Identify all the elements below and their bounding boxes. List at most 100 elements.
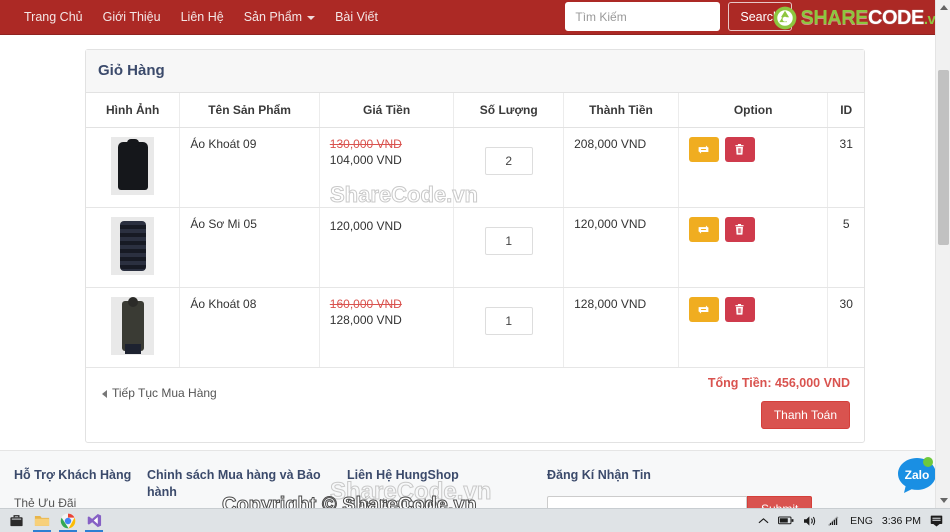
nav-item-lien-he[interactable]: Liên Hệ [171, 0, 234, 35]
taskbar-visual-studio-button[interactable] [83, 510, 105, 532]
browser-viewport: Trang Chủ Giới Thiệu Liên Hệ Sản Phẩm Bà… [0, 0, 950, 508]
cell-image [86, 287, 181, 368]
cart-total: Tổng Tiền: 456,000 VND [707, 376, 850, 390]
scroll-down-button[interactable] [936, 493, 950, 508]
price-discounted: 104,000 VND [329, 153, 402, 167]
table-row: Áo Sơ Mi 05 120,000 VND 120,000 VND [86, 207, 864, 288]
footer-column-support: Hỗ Trợ Khách Hàng Thẻ Ưu Đãi Phiếu Bảo H… [14, 467, 147, 508]
zalo-icon: Zalo [898, 457, 936, 493]
refresh-icon [698, 145, 709, 154]
page-title: Giỏ Hàng [98, 62, 165, 79]
footer-columns: Hỗ Trợ Khách Hàng Thẻ Ưu Đãi Phiếu Bảo H… [14, 467, 936, 508]
product-thumbnail[interactable] [111, 217, 155, 275]
tray-wifi-button[interactable] [826, 515, 841, 527]
table-row: Áo Khoát 09 130,000 VND 104,000 VND 208,… [86, 127, 864, 208]
site-header: Trang Chủ Giới Thiệu Liên Hệ Sản Phẩm Bà… [0, 0, 950, 35]
zalo-chat-widget[interactable]: Zalo [894, 452, 940, 498]
newsletter-email-input[interactable] [547, 495, 747, 508]
chevron-up-icon [758, 517, 769, 523]
cell-option [678, 207, 829, 288]
nav-label: Trang Chủ [24, 10, 83, 24]
cart-table-head: Hình Ảnh Tên Sản Phẩm Giá Tiền Số Lượng … [86, 93, 864, 128]
scrollbar-thumb[interactable] [938, 70, 949, 245]
footer-heading: Hỗ Trợ Khách Hàng [14, 468, 132, 482]
quantity-input[interactable] [484, 307, 533, 335]
footer-heading: Chinh sách Mua hàng và Bảo hành [147, 468, 321, 499]
site-footer: Hỗ Trợ Khách Hàng Thẻ Ưu Đãi Phiếu Bảo H… [0, 450, 950, 508]
footer-heading: Liên Hệ HungShop [347, 468, 459, 482]
sharecode-logo: SHARECODE.vn [772, 5, 945, 31]
action-center-button[interactable] [930, 514, 943, 527]
chevron-down-icon [307, 15, 316, 20]
cell-image [86, 207, 181, 288]
vertical-scrollbar[interactable] [935, 0, 950, 508]
quantity-input[interactable] [484, 147, 533, 175]
footer-link-message-shop[interactable]: Nhắn tin cho shop [347, 496, 547, 508]
cell-quantity [453, 207, 565, 288]
svg-text:Zalo: Zalo [905, 468, 930, 482]
cell-id: 31 [827, 127, 864, 208]
taskbar-system-tray: ENG 3:36 PM [758, 514, 950, 527]
price-original: 130,000 VND [329, 137, 402, 151]
cart-panel-header: Giỏ Hàng [86, 50, 864, 93]
visual-studio-icon [87, 513, 101, 528]
column-header-quantity: Số Lượng [453, 93, 565, 128]
checkout-button[interactable]: Thanh Toán [760, 401, 850, 429]
delete-cart-item-button[interactable] [724, 297, 755, 322]
newsletter-submit-button[interactable]: Submit [747, 495, 813, 508]
nav-item-trang-chu[interactable]: Trang Chủ [14, 0, 93, 35]
cart-panel: Giỏ Hàng Hình Ảnh Tên Sản Phẩm Giá Tiền … [85, 49, 865, 443]
delete-cart-item-button[interactable] [724, 217, 755, 242]
nav-item-bai-viet[interactable]: Bài Viết [325, 0, 388, 35]
wifi-icon [828, 515, 839, 526]
cell-price: 120,000 VND [319, 207, 455, 288]
scroll-up-button[interactable] [936, 0, 950, 15]
price-discounted: 120,000 VND [329, 219, 402, 233]
cart-table: Hình Ảnh Tên Sản Phẩm Giá Tiền Số Lượng … [86, 93, 864, 368]
taskbar-clock[interactable]: 3:36 PM [882, 515, 921, 527]
nav-item-gioi-thieu[interactable]: Giới Thiệu [93, 0, 171, 35]
continue-shopping-link[interactable]: Tiếp Tục Mua Hàng [102, 386, 217, 400]
sharecode-mark-icon [773, 6, 796, 30]
tray-language-indicator[interactable]: ENG [850, 515, 873, 527]
price-discounted: 128,000 VND [329, 313, 402, 327]
battery-icon [778, 516, 794, 525]
footer-heading: Đăng Kí Nhận Tin [547, 468, 651, 482]
footer-column-contact: Liên Hệ HungShop Nhắn tin cho shop [347, 467, 547, 508]
cell-product-name: Áo Sơ Mi 05 [179, 207, 320, 288]
trash-icon [735, 224, 744, 235]
update-cart-button[interactable] [688, 217, 719, 242]
delete-cart-item-button[interactable] [724, 137, 755, 162]
nav-label: Sản Phẩm [243, 10, 303, 24]
product-thumbnail[interactable] [111, 137, 155, 195]
cart-panel-footer: Tiếp Tục Mua Hàng Tổng Tiền: 456,000 VND… [86, 368, 864, 442]
nav-label: Giới Thiệu [102, 10, 161, 24]
tray-battery-button[interactable] [778, 515, 794, 526]
column-header-subtotal: Thành Tiền [563, 93, 679, 128]
quantity-input[interactable] [484, 227, 533, 255]
footer-link-the-uu-dai[interactable]: Thẻ Ưu Đãi [14, 496, 147, 508]
nav-label: Liên Hệ [180, 10, 224, 24]
taskbar-chrome-button[interactable] [57, 510, 79, 532]
volume-icon [804, 515, 816, 526]
cart-table-body: Áo Khoát 09 130,000 VND 104,000 VND 208,… [86, 127, 864, 368]
refresh-icon [698, 305, 709, 314]
update-cart-button[interactable] [688, 297, 719, 322]
tray-expand-button[interactable] [758, 517, 769, 525]
nav-item-san-pham[interactable]: Sản Phẩm [234, 0, 325, 35]
footer-column-newsletter: Đăng Kí Nhận Tin Submit [547, 467, 877, 508]
cell-option [678, 127, 829, 208]
taskbar-app-buttons [0, 510, 105, 532]
cell-subtotal: 208,000 VND [563, 127, 679, 208]
taskbar-file-explorer-button[interactable] [31, 510, 53, 532]
search-input[interactable] [565, 2, 721, 31]
column-header-option: Option [678, 93, 829, 128]
cell-option [678, 287, 829, 368]
update-cart-button[interactable] [688, 137, 719, 162]
trash-icon [735, 304, 744, 315]
product-thumbnail[interactable] [111, 297, 155, 355]
taskbar-briefcase-button[interactable] [5, 510, 27, 532]
chrome-icon [60, 513, 76, 528]
refresh-icon [698, 225, 709, 234]
tray-volume-button[interactable] [803, 515, 817, 527]
